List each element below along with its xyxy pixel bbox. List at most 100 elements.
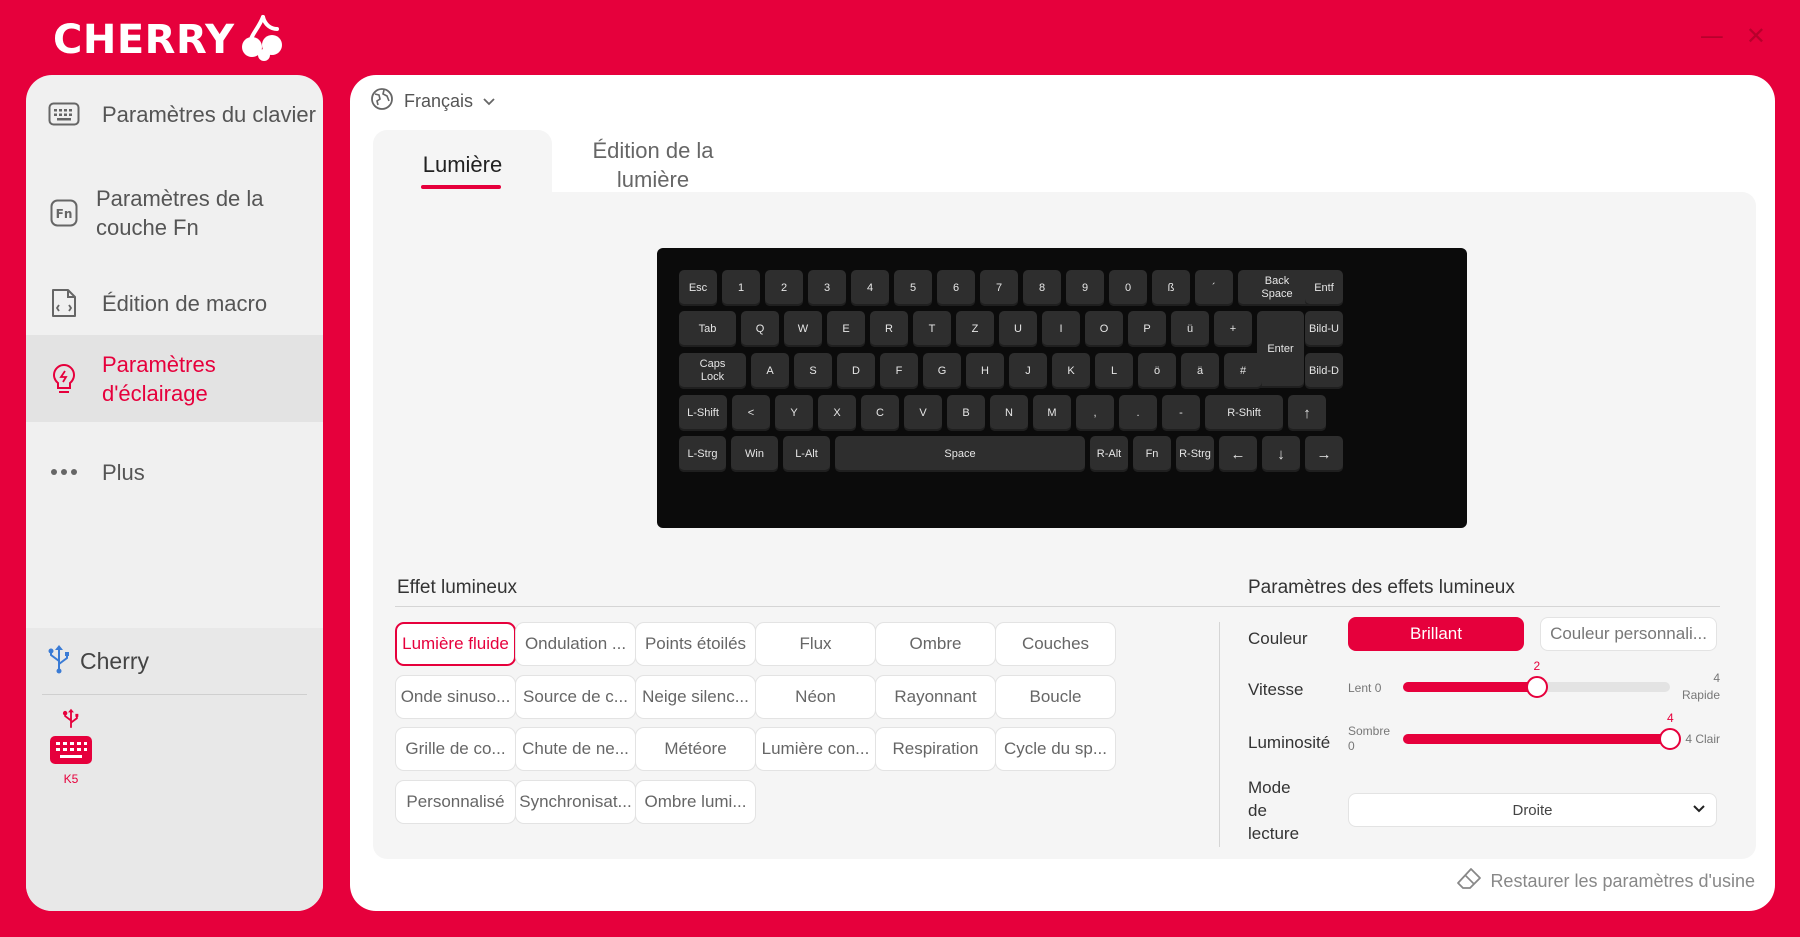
key-4[interactable]: 4	[851, 270, 889, 306]
key-ß[interactable]: ß	[1152, 270, 1190, 306]
effect-button[interactable]: Couches	[995, 622, 1116, 666]
sidebar-item-macro-edit[interactable]: Édition de macro	[26, 274, 323, 332]
key-,[interactable]: ,	[1076, 395, 1114, 431]
effect-button[interactable]: Onde sinuso...	[395, 675, 516, 719]
key-7[interactable]: 7	[980, 270, 1018, 306]
effect-button[interactable]: Boucle	[995, 675, 1116, 719]
effect-button[interactable]: Personnalisé	[395, 780, 516, 824]
mode-select[interactable]: Droite	[1348, 793, 1717, 827]
key-9[interactable]: 9	[1066, 270, 1104, 306]
effect-button[interactable]: Synchronisat...	[515, 780, 636, 824]
effect-button[interactable]: Flux	[755, 622, 876, 666]
key-b[interactable]: B	[947, 395, 985, 431]
key-→[interactable]: →	[1305, 436, 1343, 472]
speed-slider-thumb[interactable]	[1525, 676, 1548, 698]
key-x[interactable]: X	[818, 395, 856, 431]
key-.[interactable]: .	[1119, 395, 1157, 431]
tab-light-edit[interactable]: Édition de la lumière	[573, 130, 733, 194]
key-enter[interactable]: Enter	[1257, 311, 1304, 388]
key-r-alt[interactable]: R-Alt	[1090, 436, 1128, 472]
key-<[interactable]: <	[732, 395, 770, 431]
key-´[interactable]: ´	[1195, 270, 1233, 306]
key-w[interactable]: W	[784, 311, 822, 347]
key-m[interactable]: M	[1033, 395, 1071, 431]
brightness-slider[interactable]: 4	[1403, 711, 1681, 750]
key-←[interactable]: ←	[1219, 436, 1257, 472]
key-r-shift[interactable]: R-Shift	[1205, 395, 1283, 431]
language-selector[interactable]: Français	[370, 87, 495, 116]
key-a[interactable]: A	[751, 353, 789, 389]
key-6[interactable]: 6	[937, 270, 975, 306]
tab-light[interactable]: Lumière	[373, 130, 552, 200]
key-u[interactable]: U	[999, 311, 1037, 347]
effect-button[interactable]: Météore	[635, 727, 756, 771]
key-o[interactable]: O	[1085, 311, 1123, 347]
key-space[interactable]: Space	[835, 436, 1085, 472]
key-s[interactable]: S	[794, 353, 832, 389]
effect-button[interactable]: Néon	[755, 675, 876, 719]
key-v[interactable]: V	[904, 395, 942, 431]
key-c[interactable]: C	[861, 395, 899, 431]
key-z[interactable]: Z	[956, 311, 994, 347]
key-fn[interactable]: Fn	[1133, 436, 1171, 472]
key-d[interactable]: D	[837, 353, 875, 389]
effect-button[interactable]: Points étoilés	[635, 622, 756, 666]
effect-button[interactable]: Rayonnant	[875, 675, 996, 719]
sidebar-item-keyboard-settings[interactable]: Paramètres du clavier	[26, 85, 323, 143]
effect-button[interactable]: Respiration	[875, 727, 996, 771]
key-#[interactable]: #	[1224, 353, 1262, 389]
effect-button[interactable]: Ombre	[875, 622, 996, 666]
device-k5[interactable]: K5	[46, 708, 96, 786]
key-k[interactable]: K	[1052, 353, 1090, 389]
key-r[interactable]: R	[870, 311, 908, 347]
effect-button[interactable]: Lumière fluide	[395, 622, 516, 666]
key-bild-u[interactable]: Bild-U	[1305, 311, 1343, 347]
effect-button[interactable]: Ombre lumi...	[635, 780, 756, 824]
key-esc[interactable]: Esc	[679, 270, 717, 306]
key-5[interactable]: 5	[894, 270, 932, 306]
sidebar-item-lighting[interactable]: Paramètres d'éclairage	[26, 335, 323, 422]
key-2[interactable]: 2	[765, 270, 803, 306]
effect-button[interactable]: Source de c...	[515, 675, 636, 719]
key-l-alt[interactable]: L-Alt	[783, 436, 830, 472]
key-g[interactable]: G	[923, 353, 961, 389]
key-ä[interactable]: ä	[1181, 353, 1219, 389]
effect-button[interactable]: Grille de co...	[395, 727, 516, 771]
key-3[interactable]: 3	[808, 270, 846, 306]
key-f[interactable]: F	[880, 353, 918, 389]
sidebar-item-fn-layer[interactable]: Fn Paramètres de la couche Fn	[26, 172, 323, 254]
effect-button[interactable]: Neige silenc...	[635, 675, 756, 719]
key-q[interactable]: Q	[741, 311, 779, 347]
key-↑[interactable]: ↑	[1288, 395, 1326, 431]
custom-color-button[interactable]: Couleur personnali...	[1540, 617, 1717, 651]
key-y[interactable]: Y	[775, 395, 813, 431]
key-l-shift[interactable]: L-Shift	[679, 395, 727, 431]
key-caps-lock[interactable]: Caps Lock	[679, 353, 746, 389]
key--[interactable]: -	[1162, 395, 1200, 431]
color-brilliant-button[interactable]: Brillant	[1348, 617, 1524, 651]
key-ö[interactable]: ö	[1138, 353, 1176, 389]
effect-button[interactable]: Ondulation ...	[515, 622, 636, 666]
key-tab[interactable]: Tab	[679, 311, 736, 347]
key-1[interactable]: 1	[722, 270, 760, 306]
close-button[interactable]: ✕	[1746, 24, 1766, 48]
key-l-strg[interactable]: L-Strg	[679, 436, 726, 472]
key-n[interactable]: N	[990, 395, 1028, 431]
key-p[interactable]: P	[1128, 311, 1166, 347]
key-bild-d[interactable]: Bild-D	[1305, 353, 1343, 389]
minimize-button[interactable]: —	[1700, 24, 1724, 48]
key-l[interactable]: L	[1095, 353, 1133, 389]
restore-factory-button[interactable]: Restaurer les paramètres d'usine	[1456, 866, 1755, 897]
key-j[interactable]: J	[1009, 353, 1047, 389]
effect-button[interactable]: Chute de ne...	[515, 727, 636, 771]
key-0[interactable]: 0	[1109, 270, 1147, 306]
key-+[interactable]: +	[1214, 311, 1252, 347]
key-r-strg[interactable]: R-Strg	[1176, 436, 1214, 472]
device-group-header[interactable]: Cherry	[46, 644, 149, 679]
key-↓[interactable]: ↓	[1262, 436, 1300, 472]
key-8[interactable]: 8	[1023, 270, 1061, 306]
effect-button[interactable]: Cycle du sp...	[995, 727, 1116, 771]
key-win[interactable]: Win	[731, 436, 778, 472]
key-t[interactable]: T	[913, 311, 951, 347]
key-e[interactable]: E	[827, 311, 865, 347]
